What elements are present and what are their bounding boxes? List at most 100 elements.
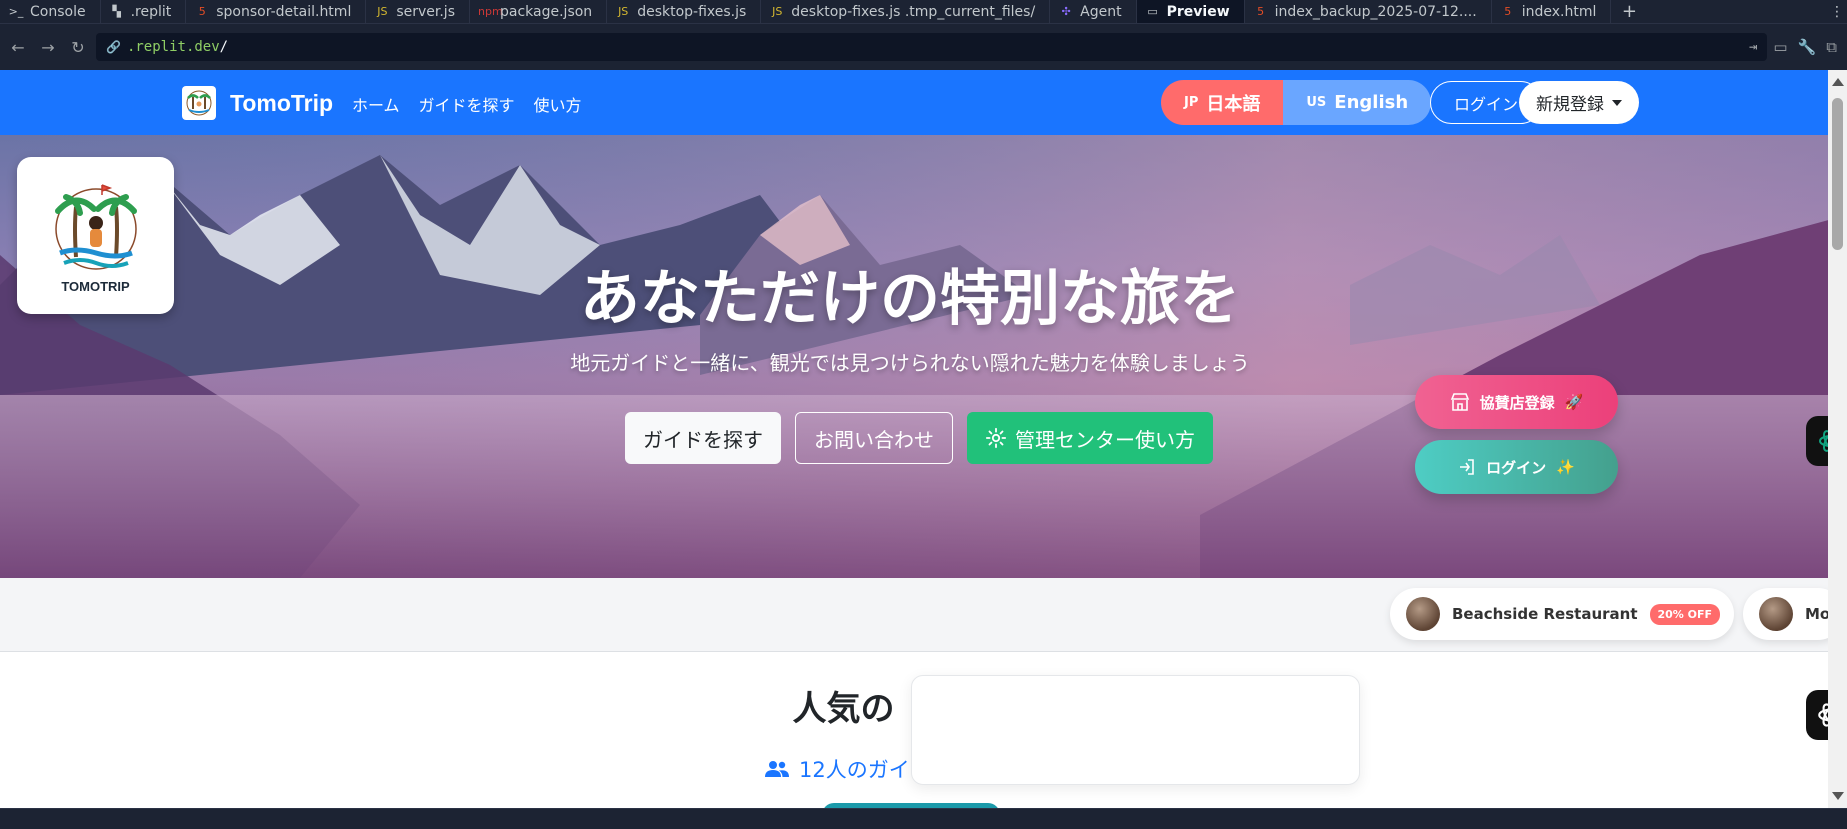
html-file-icon: 5 — [198, 5, 206, 18]
open-arrow-icon[interactable]: ⇥ — [1749, 39, 1757, 55]
hero-title: あなただけの特別な旅を — [580, 264, 1240, 334]
preview-viewport: TomoTrip ホーム ガイドを探す 使い方 JP 日本語 US Englis… — [0, 70, 1847, 808]
url-host: .replit.dev — [126, 39, 220, 55]
site-navbar: TomoTrip ホーム ガイドを探す 使い方 JP 日本語 US Englis… — [0, 70, 1847, 135]
hero-subtitle: 地元ガイドと一緒に、観光では見つけられない隠れた魅力を体験しましょう — [570, 351, 1250, 375]
vertical-scrollbar[interactable] — [1828, 70, 1847, 808]
register-label: 新規登録 — [1536, 95, 1604, 115]
side-login-label: ログイン — [1486, 458, 1547, 477]
editor-tab[interactable]: ▚ .replit — [101, 0, 187, 23]
nav-home[interactable]: ホーム — [352, 92, 400, 116]
sponsor-name: Beachside Restaurant — [1452, 605, 1638, 623]
editor-tab-label: desktop-fixes.js — [637, 3, 747, 20]
admin-center-guide-button[interactable]: 管理センター使い方 — [967, 412, 1213, 464]
link-icon: 🔗 — [106, 40, 121, 54]
us-flag-icon: US — [1306, 95, 1327, 110]
editor-tab-label: .replit — [130, 3, 172, 20]
jp-flag-icon: JP — [1184, 95, 1199, 110]
sponsor-register-label: 協賛店登録 — [1479, 393, 1555, 412]
brand-name: TomoTrip — [230, 89, 334, 116]
editor-tab-label: Preview — [1166, 3, 1230, 20]
store-icon — [1450, 393, 1469, 411]
sponsor-ticker: Beachside Restaurant 20% OFF Mo — [0, 578, 1847, 652]
replit-icon: ▚ — [112, 5, 121, 18]
js-file-icon: JS — [772, 5, 783, 18]
sponsor-avatar — [1759, 597, 1793, 631]
editor-tab[interactable]: ✣ Agent — [1050, 0, 1137, 23]
editor-tab-label: sponsor-detail.html — [216, 3, 352, 20]
contact-button[interactable]: お問い合わせ — [795, 412, 953, 464]
editor-tab-label: Agent — [1080, 3, 1122, 20]
language-switcher: JP 日本語 US English — [1161, 80, 1432, 125]
rocket-icon: 🚀 — [1564, 393, 1584, 411]
open-new-window-icon[interactable]: ⧉ — [1826, 38, 1837, 56]
editor-tab[interactable]: JS desktop-fixes.js .tmp_current_files/ — [761, 0, 1051, 23]
scroll-up-arrow-icon[interactable] — [1832, 78, 1844, 86]
editor-tab-label: index_backup_2025-07-12.... — [1274, 3, 1477, 20]
scrollbar-thumb[interactable] — [1832, 98, 1843, 250]
forward-icon[interactable]: → — [36, 35, 60, 59]
lang-english-button[interactable]: US English — [1283, 80, 1432, 125]
url-field[interactable]: 🔗 .replit.dev/ ⇥ — [96, 33, 1768, 61]
hero-section: TOMOTRIP あなただけの特別な旅を 地元ガイドと一緒に、観光では見つけられ… — [0, 135, 1847, 578]
editor-tab[interactable]: npm package.json — [470, 0, 608, 23]
devtools-wrench-icon[interactable]: 🔧 — [1798, 38, 1817, 56]
js-file-icon: JS — [618, 5, 629, 18]
nav-how-to-use[interactable]: 使い方 — [534, 92, 582, 116]
html-file-icon: 5 — [1257, 5, 1265, 18]
new-tab-plus-icon[interactable]: + — [1611, 0, 1647, 23]
lang-japanese-label: 日本語 — [1206, 93, 1261, 115]
devices-icon[interactable]: ▭ — [1773, 38, 1787, 56]
html-file-icon: 5 — [1504, 5, 1512, 18]
discount-badge: 20% OFF — [1649, 603, 1721, 625]
back-icon[interactable]: ← — [6, 35, 30, 59]
scroll-down-arrow-icon[interactable] — [1832, 792, 1844, 800]
gear-icon — [985, 427, 1007, 449]
sparkles-icon: ✨ — [1556, 458, 1575, 476]
editor-tab[interactable]: 5 sponsor-detail.html — [186, 0, 367, 23]
brand[interactable]: TomoTrip — [182, 86, 333, 120]
caret-down-icon — [1612, 99, 1622, 106]
contact-label: お問い合わせ — [814, 427, 934, 452]
editor-tab[interactable]: 5 index_backup_2025-07-12.... — [1245, 0, 1492, 23]
js-file-icon: JS — [377, 5, 388, 18]
section-title-text: 人気の — [792, 689, 895, 729]
admin-center-label: 管理センター使い方 — [1015, 427, 1195, 452]
editor-tab[interactable]: >_ Console — [0, 0, 101, 23]
editor-tab-label: server.js — [396, 3, 455, 20]
loading-popup — [911, 675, 1360, 785]
sponsor-avatar — [1406, 597, 1440, 631]
npm-icon: npm — [478, 5, 503, 18]
editor-tab-strip: >_ Console ▚ .replit 5 sponsor-detail.html JS s… — [0, 0, 1847, 24]
reload-icon[interactable]: ↻ — [66, 35, 90, 59]
editor-tab-label: package.json — [500, 3, 593, 20]
sign-in-icon — [1460, 459, 1474, 475]
browser-url-bar: ← → ↻ 🔗 .replit.dev/ ⇥ ▭ 🔧 ⧉ — [0, 24, 1847, 70]
sponsor-register-button[interactable]: 協賛店登録 🚀 — [1415, 375, 1618, 429]
find-guides-label: ガイドを探す — [643, 427, 763, 452]
users-icon — [765, 761, 789, 777]
console-icon: >_ — [8, 5, 24, 18]
nav-register-dropdown[interactable]: 新規登録 — [1519, 81, 1639, 124]
editor-tab-label: desktop-fixes.js .tmp_current_files/ — [791, 3, 1036, 20]
editor-tab-label: Console — [30, 3, 86, 20]
more-options-icon[interactable]: ⋮ — [1827, 0, 1847, 23]
editor-tab[interactable]: ▭ Preview — [1136, 0, 1245, 23]
bottom-status-bar — [0, 808, 1847, 829]
find-guides-button[interactable]: ガイドを探す — [625, 412, 781, 464]
brand-logo-icon — [182, 86, 216, 120]
lang-english-label: English — [1334, 92, 1409, 113]
url-path: / — [219, 39, 229, 55]
sponsor-name: Mo — [1805, 605, 1831, 623]
editor-tab[interactable]: 5 index.html — [1492, 0, 1612, 23]
guide-count: 12人のガイド — [765, 754, 931, 784]
lang-japanese-button[interactable]: JP 日本語 — [1161, 80, 1284, 125]
sponsor-pill[interactable]: Beachside Restaurant 20% OFF — [1390, 588, 1735, 640]
nav-find-guides[interactable]: ガイドを探す — [419, 92, 515, 116]
agent-icon: ✣ — [1061, 5, 1071, 18]
side-login-button[interactable]: ログイン ✨ — [1415, 440, 1618, 494]
editor-tab-label: index.html — [1521, 3, 1597, 20]
editor-tab[interactable]: JS server.js — [366, 0, 470, 23]
editor-tab[interactable]: JS desktop-fixes.js — [607, 0, 762, 23]
preview-icon: ▭ — [1147, 5, 1158, 18]
